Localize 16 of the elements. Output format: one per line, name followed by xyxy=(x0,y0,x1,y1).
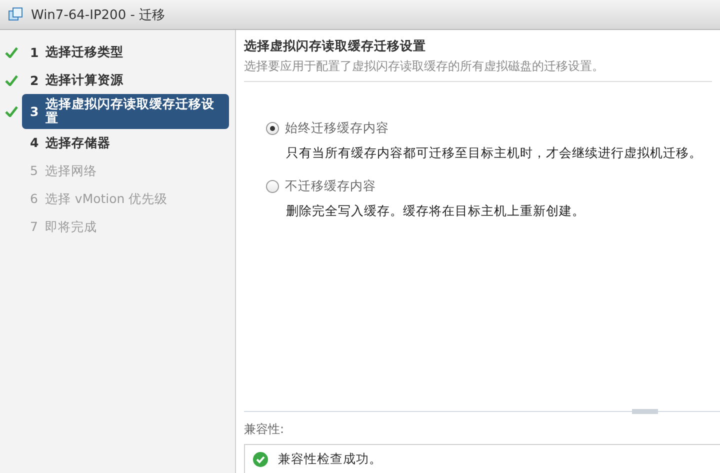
window-title: Win7-64-IP200 - 迁移 xyxy=(31,6,166,24)
compatibility-label: 兼容性: xyxy=(244,421,286,438)
virtual-machine-icon xyxy=(8,7,23,22)
page-title: 选择虚拟闪存读取缓存迁移设置 xyxy=(244,38,427,55)
radio-option[interactable]: 始终迁移缓存内容 xyxy=(266,120,389,137)
radio-button[interactable] xyxy=(266,180,279,193)
compatibility-result: 兼容性检查成功。 xyxy=(278,450,382,468)
wizard-step[interactable]: 1 选择迁移类型 xyxy=(22,42,229,62)
page-subtitle: 选择要应用于配置了虚拟闪存读取缓存的所有虚拟磁盘的迁移设置。 xyxy=(244,58,605,75)
wizard-step[interactable]: 4 选择存储器 xyxy=(22,132,229,154)
option-description: 只有当所有缓存内容都可迁移至目标主机时，才会继续进行虚拟机迁移。 xyxy=(286,145,703,162)
splitter-handle[interactable] xyxy=(632,409,658,414)
radio-option[interactable]: 不迁移缓存内容 xyxy=(266,178,376,195)
radio-button[interactable] xyxy=(266,122,279,135)
option-description: 删除完全写入缓存。缓存将在目标主机上重新创建。 xyxy=(286,203,586,220)
wizard-step[interactable]: 2 选择计算资源 xyxy=(22,70,229,90)
